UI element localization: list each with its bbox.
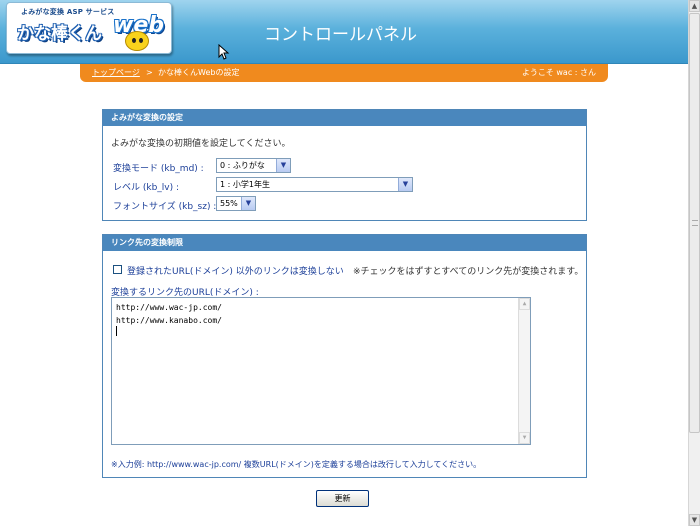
url-line: http://www.kanabo.com/ [116, 316, 222, 325]
input-example-note: ※入力例: http://www.wac-jp.com/ 複数URL(ドメイン)… [111, 460, 482, 469]
url-textarea[interactable]: http://www.wac-jp.com/ http://www.kanabo… [111, 297, 531, 445]
restrict-links-row: 登録されたURL(ドメイン) 以外のリンクは変換しない ※チェックをはずすとすべ… [113, 263, 583, 277]
url-line: http://www.wac-jp.com/ [116, 303, 222, 312]
panel-title: よみがな変換の設定 [103, 110, 586, 126]
logo-subtitle: よみがな変換 ASP サービス [21, 8, 115, 16]
textarea-scrollbar[interactable]: ▲ ▼ [518, 298, 530, 444]
page-title: コントロールパネル [264, 25, 417, 45]
breadcrumb-current: かな棒くんWebの設定 [158, 68, 240, 77]
chevron-down-icon[interactable]: ▼ [276, 159, 290, 172]
welcome-text: ようこそ wac : さん [521, 68, 596, 77]
mascot-icon [125, 31, 149, 51]
chevron-down-icon[interactable]: ▼ [398, 178, 412, 191]
page-scrollbar[interactable]: ▲ ▼ [688, 0, 700, 526]
mouse-cursor-icon [218, 44, 230, 60]
level-label: レベル (kb_lv) : [113, 183, 180, 193]
mode-label: 変換モード (kb_md) : [113, 164, 204, 174]
link-restriction-panel: リンク先の変換制限 登録されたURL(ドメイン) 以外のリンクは変換しない ※チ… [102, 234, 587, 478]
restrict-links-checkbox[interactable] [113, 265, 122, 274]
panel-title: リンク先の変換制限 [103, 235, 586, 251]
restrict-links-label[interactable]: 登録されたURL(ドメイン) 以外のリンクは変換しない [127, 264, 344, 277]
breadcrumb: トップページ > かな棒くんWebの設定 ようこそ wac : さん [80, 64, 608, 82]
scrollbar-thumb[interactable] [689, 13, 700, 433]
breadcrumb-separator: > [146, 68, 153, 77]
logo-text: かな棒くん [17, 24, 102, 44]
breadcrumb-top-link[interactable]: トップページ [92, 64, 140, 82]
grip-icon [692, 220, 698, 226]
mode-select[interactable]: 0 : ふりがな ▼ [216, 158, 291, 173]
scroll-down-arrow-icon[interactable]: ▼ [519, 432, 530, 444]
panel-description: よみがな変換の初期値を設定してください。 [111, 139, 291, 149]
font-size-select-value: 55% [220, 199, 238, 208]
update-button[interactable]: 更新 [316, 490, 369, 507]
font-size-label: フォントサイズ (kb_sz) : [113, 202, 217, 212]
scroll-up-arrow-icon[interactable]: ▲ [689, 0, 700, 12]
logo[interactable]: よみがな変換 ASP サービス かな棒くん web [6, 2, 172, 54]
level-select[interactable]: 1 : 小学1年生 ▼ [216, 177, 413, 192]
restrict-links-note: ※チェックをはずすとすべてのリンク先が変換されます。 [353, 267, 584, 277]
app-header: よみがな変換 ASP サービス かな棒くん web コントロールパネル [0, 0, 688, 64]
mode-select-value: 0 : ふりがな [220, 161, 265, 170]
scroll-down-arrow-icon[interactable]: ▼ [689, 514, 700, 526]
scroll-up-arrow-icon[interactable]: ▲ [519, 298, 530, 310]
font-size-select[interactable]: 55% ▼ [216, 196, 256, 211]
yomigana-settings-panel: よみがな変換の設定 よみがな変換の初期値を設定してください。 変換モード (kb… [102, 109, 587, 221]
chevron-down-icon[interactable]: ▼ [241, 197, 255, 210]
text-caret [116, 326, 117, 336]
level-select-value: 1 : 小学1年生 [220, 180, 270, 189]
